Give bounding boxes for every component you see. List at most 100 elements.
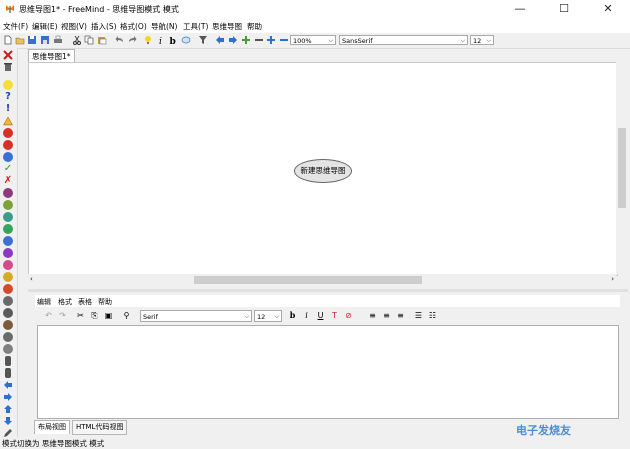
checkmark-icon[interactable]: ✓ <box>3 164 13 174</box>
priority-10-icon[interactable] <box>3 296 13 306</box>
down-arrow-icon[interactable] <box>3 416 13 426</box>
align-right-icon[interactable]: ≡ <box>396 311 405 320</box>
tab-html-view[interactable]: HTML代码视图 <box>72 420 128 435</box>
redo-icon[interactable]: ↷ <box>58 311 67 320</box>
scroll-left-icon[interactable]: ‹ <box>30 275 33 283</box>
open-folder-icon[interactable] <box>15 35 25 45</box>
back-arrow-icon[interactable] <box>3 380 13 390</box>
priority-8-icon[interactable] <box>3 272 13 282</box>
font-select[interactable]: SansSerif ⌵ <box>339 35 468 45</box>
copy-icon[interactable] <box>84 35 94 45</box>
print-icon[interactable] <box>53 35 63 45</box>
arrow-right-icon[interactable] <box>228 35 238 45</box>
paste-icon[interactable] <box>97 35 107 45</box>
scroll-right-icon[interactable]: › <box>611 275 614 283</box>
close-button[interactable]: ✕ <box>586 0 630 18</box>
remove-node-icon[interactable] <box>254 35 264 45</box>
italic-icon[interactable]: i <box>302 311 311 320</box>
new-file-icon[interactable] <box>3 35 13 45</box>
cut-icon[interactable]: ✂ <box>76 311 85 320</box>
filter-icon[interactable] <box>198 35 208 45</box>
forward-arrow-icon[interactable] <box>3 392 13 402</box>
menu-insert[interactable]: 插入(S) <box>91 21 117 32</box>
add-child-icon[interactable] <box>241 35 251 45</box>
priority-13-icon[interactable] <box>3 332 13 342</box>
priority-3-icon[interactable] <box>3 212 13 222</box>
idea-icon[interactable] <box>3 80 13 90</box>
bold-icon[interactable]: b <box>288 311 297 320</box>
exclamation-icon[interactable]: ! <box>3 104 13 114</box>
italic-icon[interactable]: i <box>156 35 166 45</box>
cross-icon[interactable]: ✗ <box>3 176 13 186</box>
priority-11-icon[interactable] <box>3 308 13 318</box>
vertical-scrollbar[interactable] <box>616 62 628 274</box>
arrow-left-icon[interactable] <box>215 35 225 45</box>
undo-icon[interactable] <box>115 35 125 45</box>
cut-icon[interactable] <box>72 35 82 45</box>
vertical-scroll-thumb[interactable] <box>618 128 626 208</box>
undo-icon[interactable]: ↶ <box>44 311 53 320</box>
bullet-list-icon[interactable]: ☰ <box>414 311 423 320</box>
paste-icon[interactable]: ▣ <box>104 311 113 320</box>
redo-icon[interactable] <box>127 35 137 45</box>
warning-icon[interactable] <box>3 116 13 126</box>
split-pane-divider[interactable] <box>28 289 628 292</box>
priority-12-icon[interactable] <box>3 320 13 330</box>
underline-icon[interactable]: U <box>316 311 325 320</box>
trash-icon[interactable] <box>3 62 13 72</box>
align-center-icon[interactable]: ≡ <box>382 311 391 320</box>
editor-menu-format[interactable]: 格式 <box>58 297 72 307</box>
editor-font-select[interactable]: Serif ⌵ <box>140 310 252 322</box>
cloud-icon[interactable] <box>181 35 191 45</box>
menu-navigate[interactable]: 导航(N) <box>151 21 177 32</box>
clear-format-icon[interactable]: ⊘ <box>344 311 353 320</box>
lightbulb-icon[interactable] <box>143 35 153 45</box>
copy-icon[interactable]: ⎘ <box>90 311 99 320</box>
editor-menu-table[interactable]: 表格 <box>78 297 92 307</box>
note-editor-text-area[interactable] <box>37 325 619 419</box>
save-as-icon[interactable] <box>40 35 50 45</box>
bold-icon[interactable]: b <box>168 35 178 45</box>
priority-9-icon[interactable] <box>3 284 13 294</box>
remove-icon-x-icon[interactable] <box>3 50 13 60</box>
editor-menu-help[interactable]: 帮助 <box>98 297 112 307</box>
priority-14-icon[interactable] <box>3 344 13 354</box>
stop-icon[interactable] <box>3 128 13 138</box>
tab-layout-view[interactable]: 布局视图 <box>34 420 70 434</box>
menu-view[interactable]: 视图(V) <box>61 21 87 32</box>
priority-4-icon[interactable] <box>3 224 13 234</box>
add-sibling-icon[interactable] <box>266 35 276 45</box>
menu-edit[interactable]: 编辑(E) <box>32 21 58 32</box>
minimize-button[interactable]: — <box>498 0 542 18</box>
align-left-icon[interactable]: ≡ <box>368 311 377 320</box>
priority-1-icon[interactable] <box>3 188 13 198</box>
font-size-select[interactable]: 12 ⌵ <box>470 35 494 45</box>
info-icon[interactable] <box>3 152 13 162</box>
tab-mindmap-1[interactable]: 思维导图1* <box>28 49 75 63</box>
remove-sibling-icon[interactable] <box>279 35 289 45</box>
priority-2-icon[interactable] <box>3 200 13 210</box>
editor-menu-edit[interactable]: 编辑 <box>37 297 51 307</box>
question-icon[interactable]: ? <box>3 92 13 102</box>
menu-file[interactable]: 文件(F) <box>3 21 28 32</box>
traffic-light-green-icon[interactable] <box>5 368 11 378</box>
save-icon[interactable] <box>27 35 37 45</box>
numbered-list-icon[interactable]: ☷ <box>428 311 437 320</box>
priority-6-icon[interactable] <box>3 248 13 258</box>
text-color-icon[interactable]: T <box>330 311 339 320</box>
menu-tools[interactable]: 工具(T) <box>183 21 208 32</box>
root-node[interactable]: 新建思维导图 <box>294 159 352 183</box>
priority-7-icon[interactable] <box>3 260 13 270</box>
traffic-light-icon[interactable] <box>5 356 11 366</box>
maximize-button[interactable]: ☐ <box>542 0 586 18</box>
menu-mindmap[interactable]: 思维导图 <box>212 21 242 32</box>
menu-format[interactable]: 格式(O) <box>120 21 147 32</box>
zoom-select[interactable]: 100% ⌵ <box>290 35 336 45</box>
up-arrow-icon[interactable] <box>3 404 13 414</box>
no-entry-icon[interactable] <box>3 140 13 150</box>
editor-size-select[interactable]: 12 ⌵ <box>254 310 282 322</box>
find-binoculars-icon[interactable]: ⚲ <box>122 311 131 320</box>
priority-5-icon[interactable] <box>3 236 13 246</box>
menu-help[interactable]: 帮助 <box>247 21 262 32</box>
horizontal-scroll-thumb[interactable] <box>194 276 422 284</box>
